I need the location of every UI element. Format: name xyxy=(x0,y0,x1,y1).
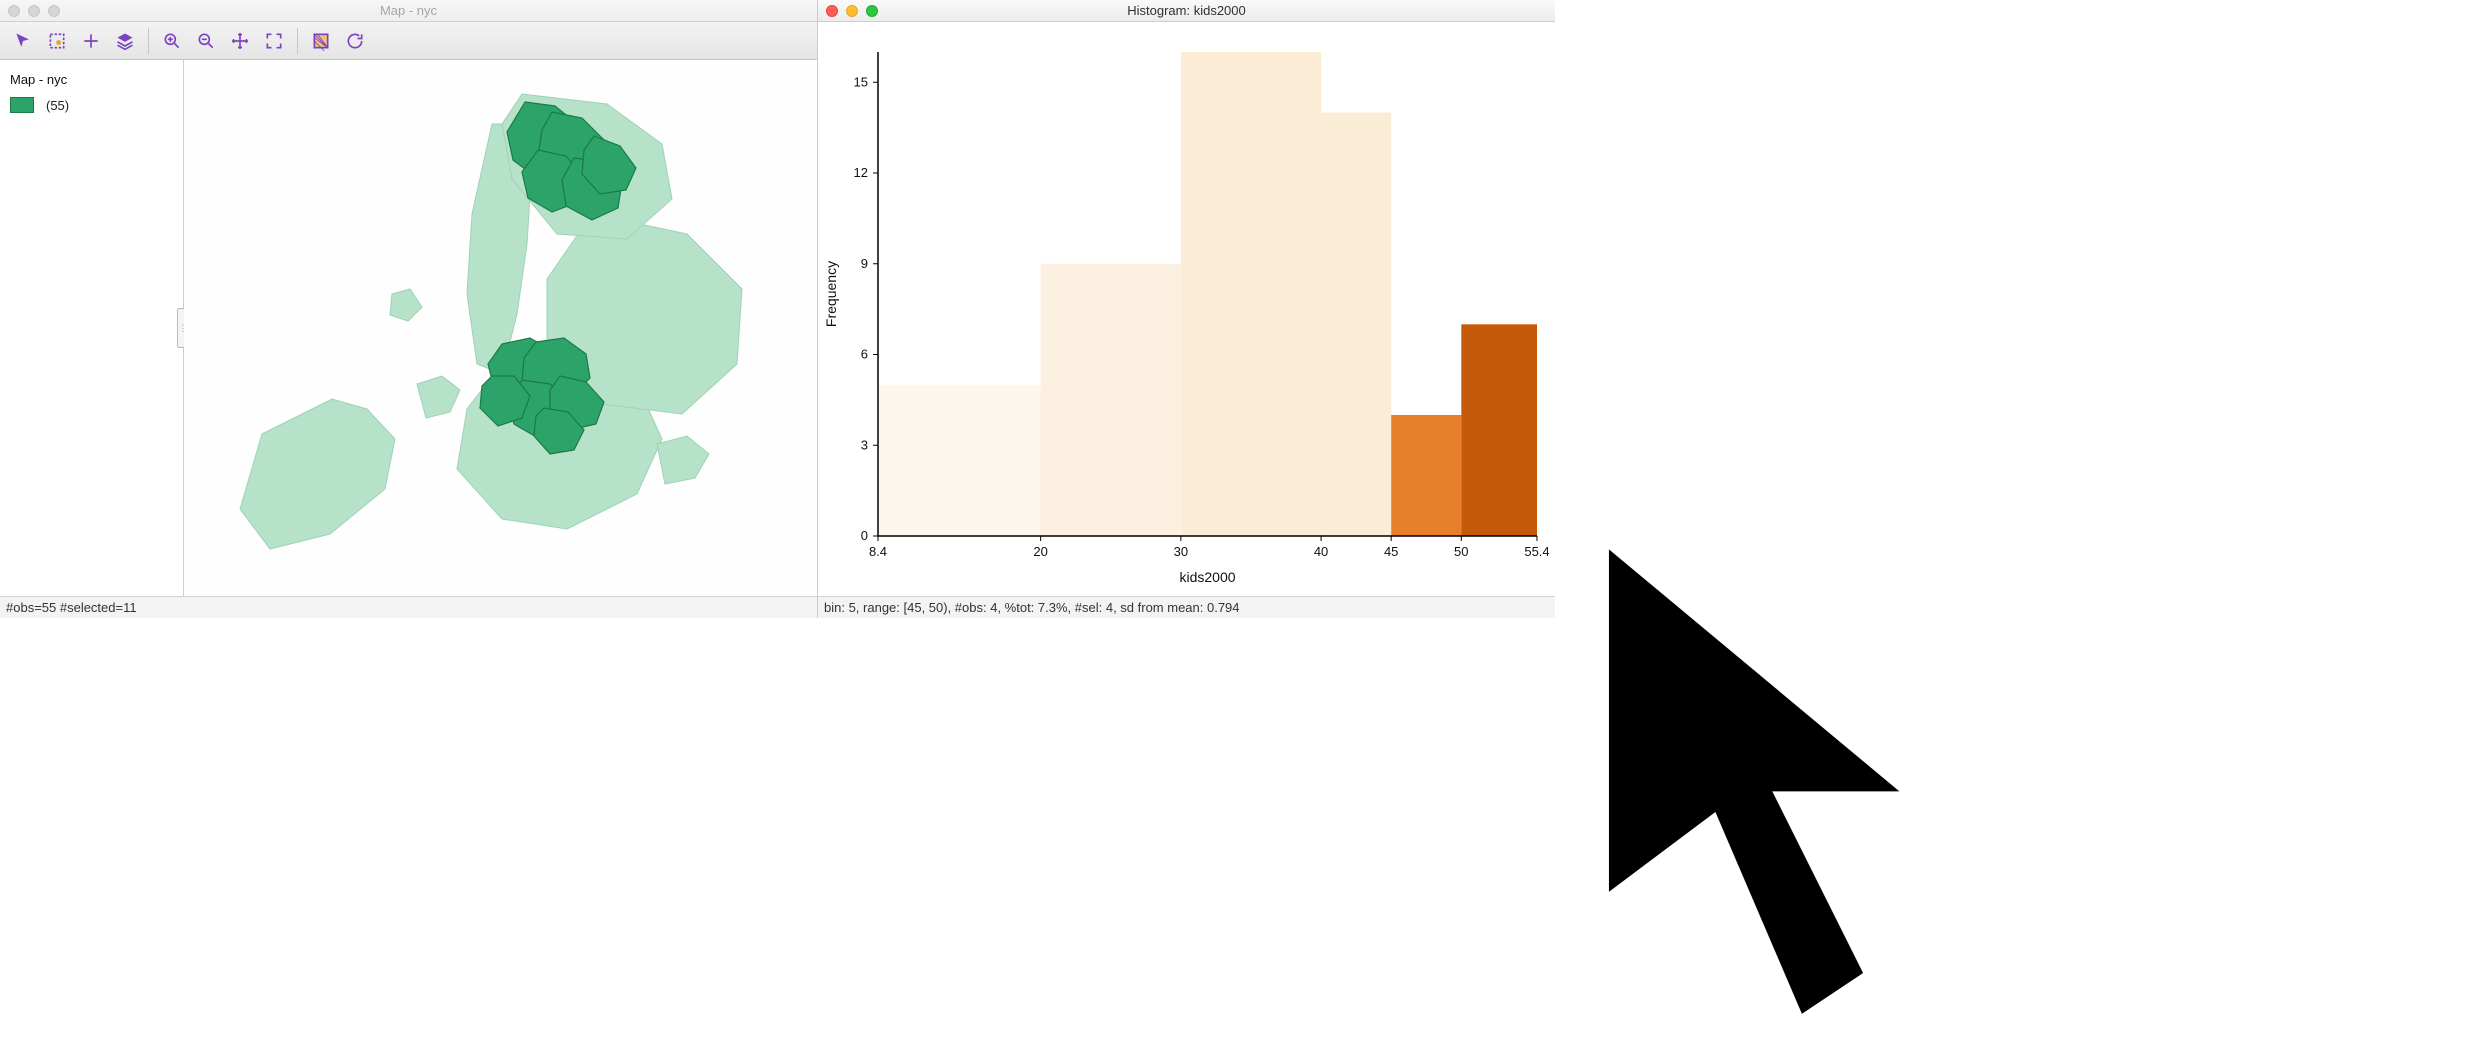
x-tick-label: 20 xyxy=(1033,544,1047,559)
map-body: Map - nyc (55) ⋮ xyxy=(0,60,817,596)
legend-title: Map - nyc xyxy=(10,72,173,87)
map-status-text: #obs=55 #selected=11 xyxy=(6,600,137,615)
y-axis-label: Frequency xyxy=(823,261,839,327)
histogram-window: Histogram: kids2000 0 3 6 9 12 15 8.4 20 30 40 45 5… xyxy=(818,0,1555,618)
x-tick-label: 40 xyxy=(1314,544,1328,559)
pointer-icon xyxy=(13,31,33,51)
plus-icon xyxy=(81,31,101,51)
y-tick-label: 0 xyxy=(861,528,868,543)
map-canvas[interactable] xyxy=(184,60,817,596)
zoom-out-button[interactable] xyxy=(191,26,221,56)
legend-count: (55) xyxy=(46,98,69,113)
recenter-button[interactable] xyxy=(225,26,255,56)
map-titlebar[interactable]: Map - nyc xyxy=(0,0,817,22)
zoom-out-icon xyxy=(196,31,216,51)
hist-status-text: bin: 5, range: [45, 50), #obs: 4, %tot: … xyxy=(824,600,1240,615)
pan-button[interactable] xyxy=(76,26,106,56)
hist-bar[interactable] xyxy=(1181,52,1321,536)
hist-bar[interactable] xyxy=(1391,415,1461,536)
y-tick-label: 6 xyxy=(861,347,868,362)
hatching-icon xyxy=(311,31,331,51)
zoom-in-button[interactable] xyxy=(157,26,187,56)
hist-titlebar[interactable]: Histogram: kids2000 xyxy=(818,0,1555,22)
hist-bar[interactable] xyxy=(1461,324,1537,536)
legend-swatch xyxy=(10,97,34,113)
x-tick-label: 45 xyxy=(1384,544,1398,559)
close-icon[interactable] xyxy=(8,5,20,17)
window-controls xyxy=(8,5,64,17)
nyc-map xyxy=(192,64,812,584)
x-tick-label: 55.4 xyxy=(1524,544,1549,559)
x-axis-label: kids2000 xyxy=(1179,569,1235,585)
hist-statusbar: bin: 5, range: [45, 50), #obs: 4, %tot: … xyxy=(818,596,1555,618)
map-statusbar: #obs=55 #selected=11 xyxy=(0,596,817,618)
refresh-button[interactable] xyxy=(340,26,370,56)
zoom-in-icon xyxy=(162,31,182,51)
x-tick-label: 50 xyxy=(1454,544,1468,559)
hist-window-title: Histogram: kids2000 xyxy=(818,3,1555,18)
expand-icon xyxy=(264,31,284,51)
zoom-window-icon[interactable] xyxy=(866,5,878,17)
full-extent-button[interactable] xyxy=(259,26,289,56)
y-tick-label: 3 xyxy=(861,437,868,452)
close-icon[interactable] xyxy=(826,5,838,17)
hist-bar[interactable] xyxy=(878,385,1041,536)
window-controls xyxy=(826,5,882,17)
legend-panel: Map - nyc (55) ⋮ xyxy=(0,60,184,596)
x-tick-label: 30 xyxy=(1174,544,1188,559)
y-tick-label: 15 xyxy=(854,74,868,89)
layers-button[interactable] xyxy=(110,26,140,56)
hist-canvas[interactable]: 0 3 6 9 12 15 8.4 20 30 40 45 50 55.4 kids2000 Frequen… xyxy=(818,22,1555,596)
pointer-button[interactable] xyxy=(8,26,38,56)
select-rect-icon xyxy=(47,31,67,51)
hist-bar[interactable] xyxy=(1321,113,1391,537)
hist-bar[interactable] xyxy=(1041,264,1181,536)
map-window-title: Map - nyc xyxy=(0,3,817,18)
y-tick-label: 12 xyxy=(854,165,868,180)
move-icon xyxy=(230,31,250,51)
minimize-icon[interactable] xyxy=(28,5,40,17)
toolbar-separator xyxy=(297,28,298,54)
y-tick-label: 9 xyxy=(861,256,868,271)
layers-icon xyxy=(115,31,135,51)
x-tick-label: 8.4 xyxy=(869,544,887,559)
select-rect-button[interactable] xyxy=(42,26,72,56)
legend-row[interactable]: (55) xyxy=(10,97,173,113)
minimize-icon[interactable] xyxy=(846,5,858,17)
map-window: Map - nyc xyxy=(0,0,818,618)
hatching-button[interactable] xyxy=(306,26,336,56)
histogram-chart: 0 3 6 9 12 15 8.4 20 30 40 45 50 55.4 kids2000 Frequen… xyxy=(818,22,1555,596)
refresh-icon xyxy=(345,31,365,51)
map-toolbar xyxy=(0,22,817,60)
toolbar-separator xyxy=(148,28,149,54)
zoom-window-icon[interactable] xyxy=(48,5,60,17)
